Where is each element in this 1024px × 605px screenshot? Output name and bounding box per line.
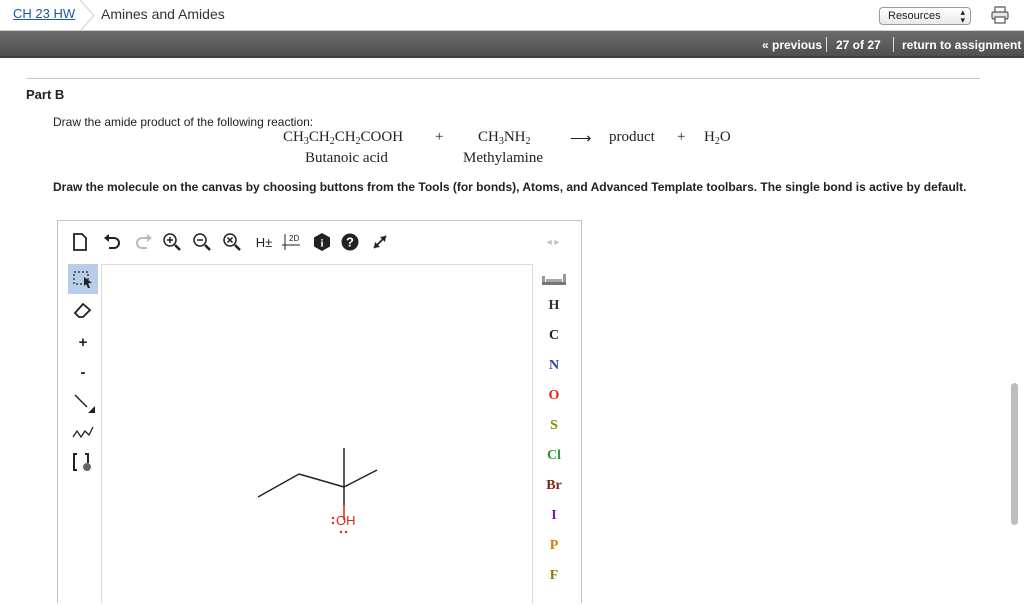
redo-icon[interactable] (134, 232, 154, 252)
erase-tool[interactable] (68, 296, 98, 324)
print-icon[interactable] (990, 5, 1010, 25)
editor-top-toolbar: H± 2D i ? ◂ ▸ (58, 221, 581, 261)
page-scrollbar[interactable] (1011, 383, 1018, 525)
previous-link[interactable]: « previous (762, 38, 822, 52)
resources-select-label: Resources (888, 10, 941, 22)
positive-charge-tool[interactable]: + (68, 328, 98, 356)
select-tool[interactable] (68, 264, 98, 294)
chain-icon (72, 426, 94, 439)
plus-sign: + (677, 129, 686, 145)
plus-sign: + (435, 129, 444, 145)
reactant-methylamine-formula: CH3NH2 (478, 129, 531, 147)
zoom-out-icon[interactable] (192, 232, 212, 252)
resources-select[interactable]: Resources ▴ ▾ (879, 7, 971, 25)
atom-palette: H C N O S Cl Br I P F (536, 264, 572, 604)
product-label: product (609, 129, 655, 145)
atom-button-n[interactable]: N (536, 358, 572, 374)
chain-tool[interactable] (68, 418, 98, 446)
eraser-icon (73, 302, 92, 318)
svg-text:?: ? (346, 235, 354, 250)
single-bond-tool[interactable] (68, 388, 98, 416)
bond-3[interactable] (343, 469, 378, 488)
atom-button-br[interactable]: Br (536, 478, 572, 494)
help-icon[interactable]: ? (340, 232, 360, 252)
atom-button-h[interactable]: H (536, 298, 572, 314)
atom-button-f[interactable]: F (536, 568, 572, 584)
atom-button-c[interactable]: C (536, 328, 572, 344)
single-bond-icon (74, 394, 95, 413)
clean-2d-label: 2D (289, 234, 299, 243)
explicit-hydrogens-button[interactable]: H± (252, 232, 276, 252)
lone-pair-dot (331, 516, 335, 520)
reactant-name-methylamine: Methylamine (463, 150, 543, 166)
return-to-assignment-link[interactable]: return to assignment (902, 38, 1021, 52)
atom-button-o[interactable]: O (536, 388, 572, 404)
negative-charge-tool[interactable]: - (68, 358, 98, 386)
undo-icon[interactable] (102, 232, 122, 252)
lone-pair-dot (344, 530, 348, 534)
info-icon[interactable]: i (312, 232, 332, 252)
breadcrumb-course-link[interactable]: CH 23 HW (13, 6, 75, 21)
svg-text:i: i (320, 238, 323, 250)
nav-divider (826, 37, 827, 52)
atom-button-s[interactable]: S (536, 418, 572, 434)
breadcrumb-separator-icon (79, 0, 95, 31)
clean-2d-button[interactable]: 2D (282, 232, 304, 252)
editor-left-toolbar: + - (66, 264, 98, 604)
atom-button-i[interactable]: I (536, 508, 572, 524)
new-document-icon[interactable] (70, 232, 90, 252)
drawing-canvas[interactable]: OH (101, 264, 533, 604)
item-position: 27 of 27 (836, 38, 881, 52)
atom-button-cl[interactable]: Cl (536, 448, 572, 464)
lone-pair-dot (339, 530, 343, 534)
reactant-butanoic-acid-formula: CH3CH2CH2COOH (283, 129, 404, 147)
fullscreen-icon[interactable] (370, 232, 390, 252)
periodic-table-icon[interactable] (542, 272, 566, 286)
reaction-arrow: ⟶ (570, 131, 592, 147)
part-title: Part B (26, 87, 65, 102)
top-bar: CH 23 HW Amines and Amides Resources ▴ ▾ (0, 0, 1024, 31)
hydroxyl-atom-label[interactable]: OH (336, 513, 356, 528)
molecule-drawing (257, 448, 378, 534)
molecule-editor: H± 2D i ? ◂ ▸ + - OH H C N O S Cl Br I P… (57, 220, 582, 604)
select-arrows-icon: ▴ ▾ (960, 7, 965, 25)
breadcrumb-assignment-title: Amines and Amides (101, 6, 225, 22)
reactant-name-butanoic-acid: Butanoic acid (305, 150, 388, 166)
divider (26, 78, 980, 79)
drawing-instructions: Draw the molecule on the canvas by choos… (53, 180, 967, 194)
question-prompt: Draw the amide product of the following … (53, 115, 314, 129)
zoom-in-icon[interactable] (162, 232, 182, 252)
lone-pair-dot (331, 521, 335, 525)
atom-panel-toggle-icon[interactable]: ◂ ▸ (538, 232, 568, 252)
template-bracket-icon (73, 453, 91, 471)
atom-button-p[interactable]: P (536, 538, 572, 554)
assignment-nav-bar: « previous 27 of 27 return to assignment (0, 31, 1024, 58)
nav-divider (893, 37, 894, 52)
water-formula: H2O (704, 129, 731, 147)
clear-canvas-icon[interactable] (222, 232, 242, 252)
template-tool[interactable] (68, 448, 98, 476)
lasso-select-icon (73, 271, 92, 288)
bond-1[interactable] (257, 473, 300, 498)
bond-2[interactable] (298, 473, 345, 488)
